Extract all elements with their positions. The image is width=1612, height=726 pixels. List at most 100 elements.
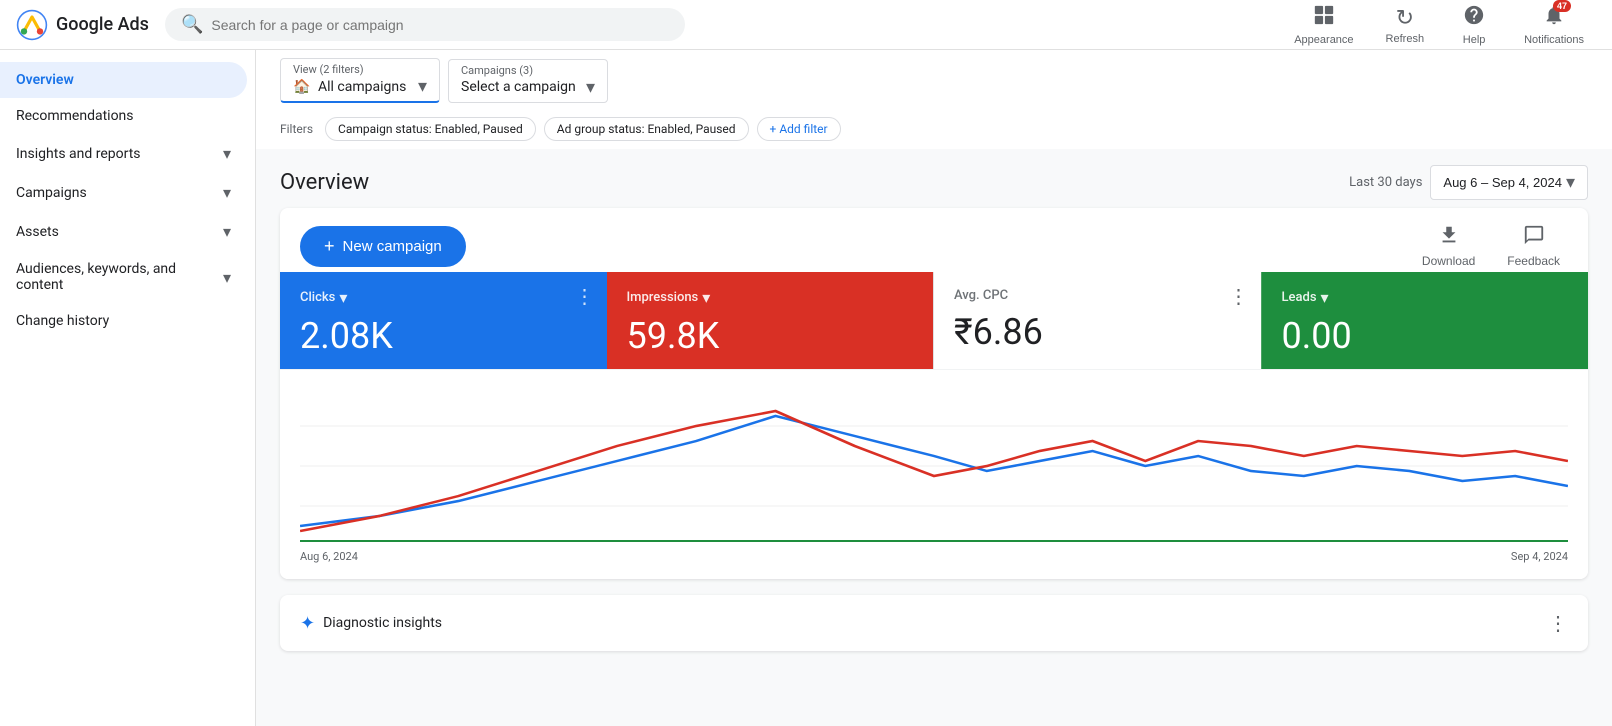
sidebar-item-insights[interactable]: Insights and reports ▾: [0, 134, 247, 173]
refresh-button[interactable]: ↻ Refresh: [1374, 1, 1437, 49]
sidebar-nav: Overview Recommendations Insights and re…: [0, 62, 255, 339]
new-campaign-area: + New campaign: [300, 226, 466, 267]
search-input[interactable]: [211, 17, 669, 33]
more-options-icon[interactable]: ⋮: [1548, 611, 1568, 635]
top-nav: Google Ads 🔍 Appearance ↻ Refresh: [0, 0, 1612, 50]
chevron-down-icon: ▾: [702, 288, 710, 307]
clicks-label: Clicks ▾: [300, 288, 587, 307]
date-range-prefix: Last 30 days: [1349, 175, 1422, 190]
page-title: Overview: [280, 170, 369, 195]
sidebar-item-audiences[interactable]: Audiences, keywords, and content ▾: [0, 251, 247, 303]
diagnostic-card: ✦ Diagnostic insights ⋮: [280, 595, 1588, 651]
help-label: Help: [1463, 34, 1486, 46]
campaigns-count-label: Campaigns (3): [461, 64, 595, 77]
metrics-card: + New campaign Download: [280, 208, 1588, 579]
filters-label: Filters: [280, 122, 313, 136]
notifications-button[interactable]: 47 Notifications: [1512, 0, 1596, 50]
leads-label: Leads ▾: [1282, 288, 1569, 307]
plus-icon: +: [324, 236, 335, 257]
impressions-value: 59.8K: [627, 315, 914, 357]
campaign-filter-row: View (2 filters) 🏠 All campaigns ▾ Campa…: [256, 50, 1612, 111]
adgroup-status-label: Ad group status: Enabled, Paused: [557, 122, 736, 136]
sidebar-item-label: Assets: [16, 224, 211, 240]
chevron-down-icon: ▾: [1566, 172, 1575, 193]
sidebar-item-label: Change history: [16, 313, 109, 329]
more-options-icon[interactable]: ⋮: [1229, 284, 1249, 308]
logo-area: Google Ads: [16, 9, 149, 41]
appearance-button[interactable]: Appearance: [1282, 0, 1365, 50]
campaign-status-chip[interactable]: Campaign status: Enabled, Paused: [325, 117, 536, 141]
sidebar-item-campaigns[interactable]: Campaigns ▾: [0, 173, 247, 212]
home-icon: 🏠: [293, 79, 310, 95]
main-content: View (2 filters) 🏠 All campaigns ▾ Campa…: [256, 50, 1612, 726]
sidebar-item-label: Recommendations: [16, 108, 134, 124]
help-icon: [1463, 4, 1485, 32]
appearance-icon: [1313, 4, 1335, 32]
chevron-down-icon: ▾: [418, 76, 427, 97]
google-ads-logo: [16, 9, 48, 41]
help-button[interactable]: Help: [1444, 0, 1504, 50]
more-options-icon[interactable]: ⋮: [575, 284, 595, 308]
chevron-down-icon: ▾: [586, 77, 595, 98]
notifications-label: Notifications: [1524, 34, 1584, 46]
refresh-label: Refresh: [1386, 33, 1425, 45]
nav-actions: Appearance ↻ Refresh Help 47 Notificatio…: [1282, 0, 1596, 50]
new-campaign-button[interactable]: + New campaign: [300, 226, 466, 267]
chevron-down-icon: ▾: [223, 268, 231, 287]
action-row: Download Feedback: [1414, 220, 1568, 272]
sidebar-item-recommendations[interactable]: Recommendations: [0, 98, 247, 134]
sidebar-item-label: Audiences, keywords, and content: [16, 261, 211, 293]
view-filter-label: View (2 filters): [293, 63, 427, 76]
feedback-icon: [1523, 224, 1545, 252]
chevron-down-icon: ▾: [1321, 288, 1329, 307]
chevron-down-icon: ▾: [223, 144, 231, 163]
search-bar[interactable]: 🔍: [165, 8, 685, 41]
chart-labels: Aug 6, 2024 Sep 4, 2024: [300, 546, 1568, 571]
metric-tiles: Clicks ▾ 2.08K ⋮ Impressions ▾ 59.8K: [280, 272, 1588, 369]
sidebar-item-overview[interactable]: Overview: [0, 62, 247, 98]
leads-tile: Leads ▾ 0.00: [1261, 272, 1589, 369]
add-filter-button[interactable]: + Add filter: [757, 117, 841, 141]
chart-svg: [300, 386, 1568, 546]
avg-cpc-label: Avg. CPC: [954, 288, 1241, 303]
add-filter-label: + Add filter: [770, 122, 828, 136]
sidebar-item-assets[interactable]: Assets ▾: [0, 212, 247, 251]
select-campaign-dropdown[interactable]: Campaigns (3) Select a campaign ▾: [448, 59, 608, 103]
feedback-button[interactable]: Feedback: [1499, 220, 1568, 272]
diagnostic-icon: ✦: [300, 613, 315, 634]
all-campaigns-value: All campaigns: [318, 79, 406, 95]
sidebar-item-label: Overview: [16, 72, 74, 88]
app-name: Google Ads: [56, 14, 149, 35]
campaign-status-label: Campaign status: Enabled, Paused: [338, 122, 523, 136]
all-campaigns-dropdown[interactable]: View (2 filters) 🏠 All campaigns ▾: [280, 58, 440, 103]
select-campaign-value: Select a campaign: [461, 79, 576, 95]
chevron-down-icon: ▾: [339, 288, 347, 307]
download-label: Download: [1422, 254, 1475, 268]
chart-area: Aug 6, 2024 Sep 4, 2024: [280, 369, 1588, 579]
avg-cpc-value: ₹6.86: [954, 311, 1241, 353]
date-range-value: Aug 6 – Sep 4, 2024: [1443, 175, 1562, 190]
filters-row: Filters Campaign status: Enabled, Paused…: [256, 111, 1612, 149]
diagnostic-label: Diagnostic insights: [323, 615, 442, 631]
overview-header: Overview Last 30 days Aug 6 – Sep 4, 202…: [256, 149, 1612, 208]
chevron-down-icon: ▾: [223, 183, 231, 202]
search-icon: 🔍: [181, 14, 203, 35]
chart-end-date: Sep 4, 2024: [1511, 550, 1568, 563]
notifications-icon: 47: [1543, 4, 1565, 32]
app-layout: Overview Recommendations Insights and re…: [0, 50, 1612, 726]
date-range-button[interactable]: Aug 6 – Sep 4, 2024 ▾: [1430, 165, 1588, 200]
leads-value: 0.00: [1282, 315, 1569, 357]
sidebar-item-label: Campaigns: [16, 185, 211, 201]
adgroup-status-chip[interactable]: Ad group status: Enabled, Paused: [544, 117, 749, 141]
download-icon: [1438, 224, 1460, 252]
clicks-value: 2.08K: [300, 315, 587, 357]
sidebar-item-label: Insights and reports: [16, 146, 211, 162]
notification-badge: 47: [1553, 0, 1571, 12]
sidebar-item-change-history[interactable]: Change history: [0, 303, 247, 339]
chart-start-date: Aug 6, 2024: [300, 550, 358, 563]
new-campaign-label: New campaign: [343, 238, 442, 255]
impressions-tile: Impressions ▾ 59.8K: [607, 272, 934, 369]
feedback-label: Feedback: [1507, 254, 1560, 268]
impressions-label: Impressions ▾: [627, 288, 914, 307]
download-button[interactable]: Download: [1414, 220, 1483, 272]
